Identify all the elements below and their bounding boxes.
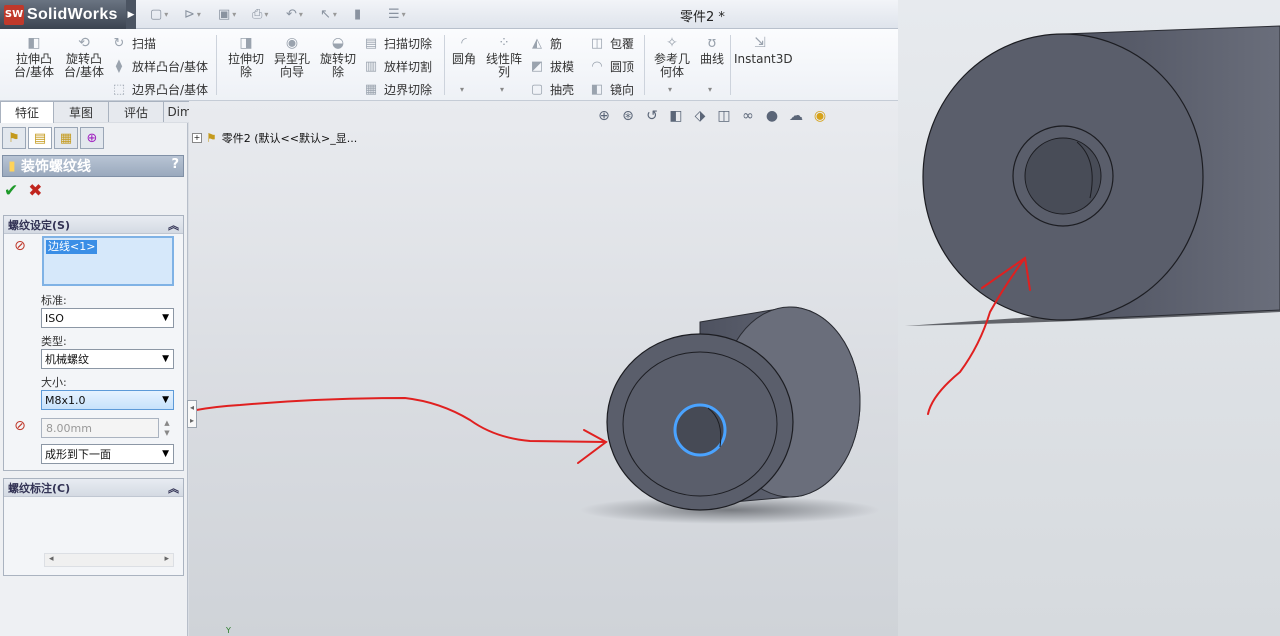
thread-settings-header[interactable]: 螺纹设定(S) ︽ bbox=[4, 216, 183, 234]
chevron-down-icon: ▼ bbox=[162, 313, 169, 323]
collapse-icon[interactable]: ︽ bbox=[168, 480, 179, 496]
thread-settings-section: 螺纹设定(S) ︽ ⊘ 边线<1> 标准: ISO ▼ 类型: 机械螺纹 ▼ 大… bbox=[3, 215, 184, 471]
diameter-spinner[interactable]: ▲ ▼ bbox=[161, 418, 173, 438]
thread-callout-header-text: 螺纹标注(C) bbox=[8, 481, 71, 495]
size-value: M8x1.0 bbox=[45, 393, 86, 407]
part-cylinder-zoomed[interactable] bbox=[905, 25, 1280, 326]
arrow-to-selected-edge bbox=[159, 396, 607, 443]
end-condition-select[interactable]: 成形到下一面 ▼ bbox=[41, 444, 174, 464]
size-label: 大小: bbox=[41, 376, 67, 389]
help-icon[interactable]: ? bbox=[171, 157, 179, 172]
standard-label: 标准: bbox=[41, 294, 67, 307]
ok-cancel-group: ✔ ✖ bbox=[4, 181, 43, 201]
selected-edge-item[interactable]: 边线<1> bbox=[46, 240, 98, 254]
thread-settings-header-text: 螺纹设定(S) bbox=[8, 218, 70, 232]
configuration-manager-tab-icon[interactable]: ▦ bbox=[54, 127, 78, 149]
end-condition-value: 成形到下一面 bbox=[45, 448, 111, 461]
diameter-icon: ⊘ bbox=[14, 418, 26, 434]
type-select[interactable]: 机械螺纹 ▼ bbox=[41, 349, 174, 369]
selected-hole-edge[interactable] bbox=[673, 403, 727, 457]
edge-selection-icon: ⊘ bbox=[14, 238, 26, 254]
diameter-value: 8.00mm bbox=[46, 421, 92, 435]
feature-manager-tab-icon[interactable]: ⚑ bbox=[2, 127, 26, 149]
chevron-down-icon: ▼ bbox=[162, 354, 169, 364]
type-value: 机械螺纹 bbox=[45, 353, 89, 366]
standard-value: ISO bbox=[45, 311, 64, 325]
cancel-button[interactable]: ✖ bbox=[28, 181, 42, 201]
edge-selection-list[interactable]: 边线<1> bbox=[42, 236, 174, 286]
arrow-head-left bbox=[577, 429, 608, 464]
diameter-field[interactable]: 8.00mm bbox=[41, 418, 159, 438]
collapse-icon[interactable]: ︽ bbox=[168, 217, 179, 233]
property-manager-panel: ⚑ ▤ ▦ ⊕ ▮ 装饰螺纹线 ? ✔ ✖ 螺纹设定(S) ︽ ⊘ 边线<1> … bbox=[0, 123, 188, 636]
size-select[interactable]: M8x1.0 ▼ bbox=[41, 390, 174, 410]
thread-callout-header[interactable]: 螺纹标注(C) ︽ bbox=[4, 479, 183, 497]
scroll-right-icon[interactable]: ▸ bbox=[164, 554, 169, 564]
property-manager-title: ▮ 装饰螺纹线 ? bbox=[2, 155, 184, 177]
scroll-left-icon[interactable]: ◂ bbox=[49, 554, 54, 564]
panel-collapse-handle[interactable]: ◂ ▸ bbox=[187, 400, 197, 428]
property-manager-tab-icon[interactable]: ▤ bbox=[28, 127, 52, 149]
cosmetic-thread-icon: ▮ bbox=[8, 158, 16, 174]
dimxpert-manager-tab-icon[interactable]: ⊕ bbox=[80, 127, 104, 149]
ok-button[interactable]: ✔ bbox=[4, 181, 18, 201]
manager-tabs: ⚑ ▤ ▦ ⊕ bbox=[0, 127, 104, 149]
chevron-down-icon: ▼ bbox=[162, 395, 169, 405]
scene-graphics bbox=[159, 25, 1280, 524]
zoomed-hole bbox=[1024, 137, 1102, 215]
standard-select[interactable]: ISO ▼ bbox=[41, 308, 174, 328]
thread-callout-section: 螺纹标注(C) ︽ ◂ ▸ bbox=[3, 478, 184, 576]
red-annotation-arrows bbox=[159, 256, 1031, 464]
axis-triad-label: Y bbox=[226, 626, 231, 635]
chevron-down-icon: ▼ bbox=[162, 449, 169, 459]
type-label: 类型: bbox=[41, 335, 67, 348]
callout-horizontal-scrollbar[interactable]: ◂ ▸ bbox=[44, 553, 174, 567]
part-cylinder[interactable] bbox=[580, 306, 880, 524]
property-manager-title-text: 装饰螺纹线 bbox=[21, 159, 91, 175]
